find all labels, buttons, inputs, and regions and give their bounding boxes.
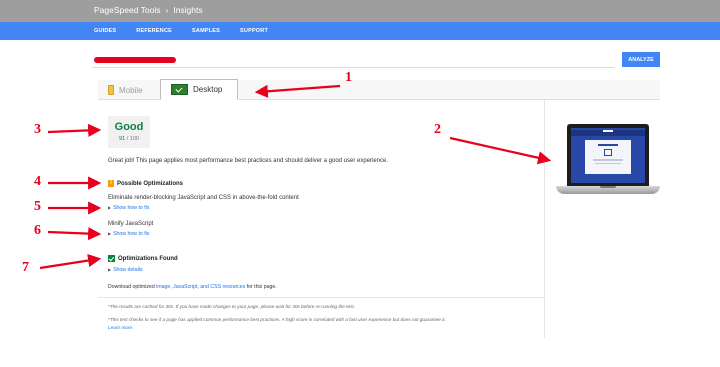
arrow-1 <box>254 84 341 98</box>
annotation-number-4: 4 <box>34 174 41 189</box>
arrow-6 <box>47 227 102 241</box>
arrow-3 <box>47 123 102 137</box>
annotation-number-7: 7 <box>22 260 29 275</box>
annotation-number-3: 3 <box>34 122 41 137</box>
arrow-7 <box>39 253 102 270</box>
annotation-number-2: 2 <box>434 122 441 137</box>
annotation-number-6: 6 <box>34 223 41 238</box>
annotation-number-5: 5 <box>34 199 41 214</box>
annotation-number-1: 1 <box>345 70 352 85</box>
arrow-2 <box>449 136 552 165</box>
annotation-arrows <box>39 84 552 270</box>
pagespeed-insights-page: PageSpeed Tools › Insights GUIDES REFERE… <box>0 0 720 367</box>
